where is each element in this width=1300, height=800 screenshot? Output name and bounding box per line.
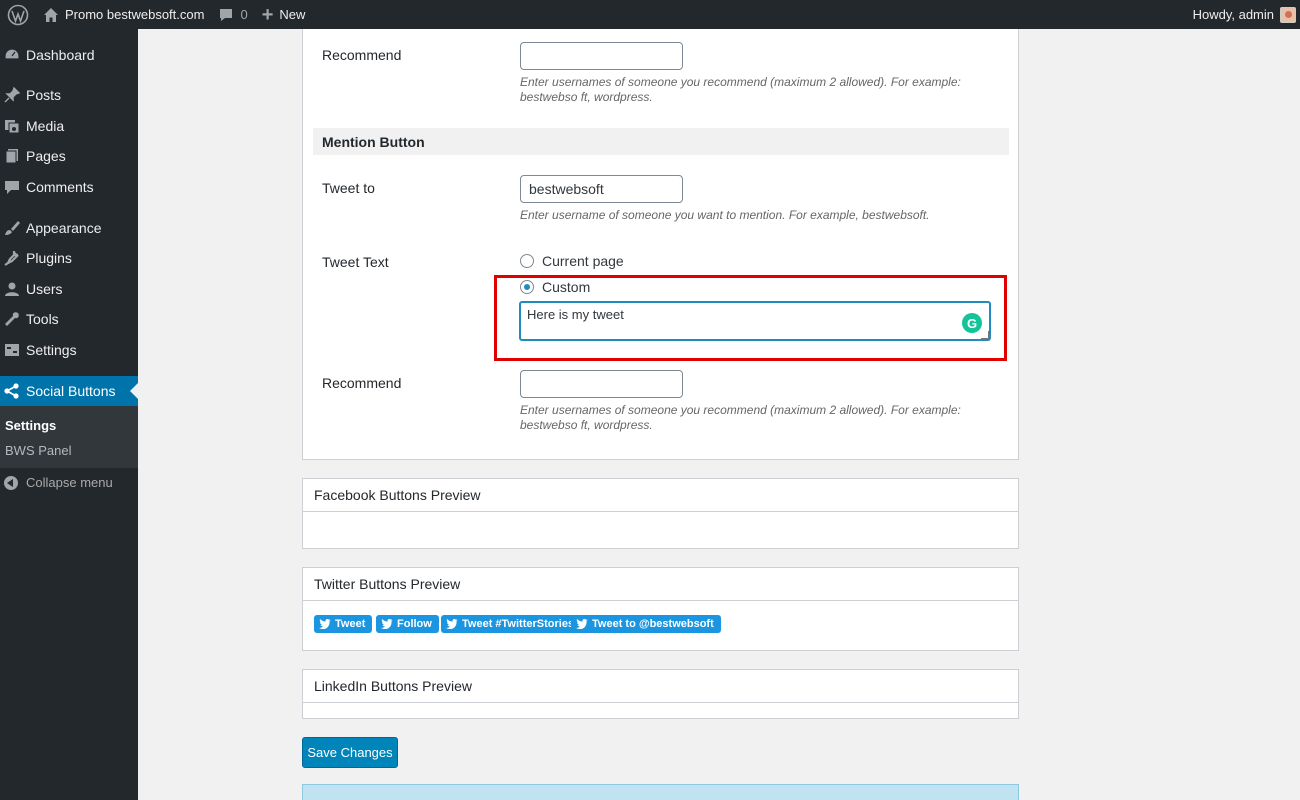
linkedin-preview-title: LinkedIn Buttons Preview xyxy=(303,670,1018,703)
recommend-description: Enter usernames of someone you recommend… xyxy=(520,75,961,104)
settings-icon xyxy=(2,340,22,360)
greeting: Howdy, admin xyxy=(1192,7,1274,22)
collapse-icon xyxy=(4,475,18,490)
submenu-item-bws-panel[interactable]: BWS Panel xyxy=(5,443,71,458)
comment-icon xyxy=(220,8,233,21)
wrench-icon xyxy=(2,309,22,329)
sidebar-item-users[interactable]: Users xyxy=(0,275,138,303)
facebook-preview-title: Facebook Buttons Preview xyxy=(303,479,1018,512)
radio-custom[interactable]: Custom xyxy=(520,279,590,295)
plus-icon: + xyxy=(261,3,274,26)
linkedin-preview-box: LinkedIn Buttons Preview xyxy=(302,669,1019,719)
twitter-bird-icon xyxy=(446,619,458,629)
wordpress-icon xyxy=(7,4,29,25)
sidebar-item-label: Social Buttons xyxy=(26,383,116,399)
twitter-bird-icon xyxy=(319,619,331,629)
sidebar-item-label: Plugins xyxy=(26,250,72,266)
tweet-to-label: Tweet to xyxy=(322,180,375,196)
twitter-preview-box: Twitter Buttons Preview xyxy=(302,567,1019,651)
sidebar-item-comments[interactable]: Comments xyxy=(0,173,138,201)
save-changes-button[interactable]: Save Changes xyxy=(302,737,398,768)
mention-tweet-button[interactable]: Tweet to @bestwebsoft xyxy=(571,615,721,633)
sidebar-item-label: Appearance xyxy=(26,220,102,236)
mention-button-section-title: Mention Button xyxy=(313,128,1009,155)
sidebar-item-label: Media xyxy=(26,118,65,134)
sidebar-item-plugins[interactable]: Plugins xyxy=(0,244,138,272)
collapse-label: Collapse menu xyxy=(26,475,113,490)
sidebar-item-dashboard[interactable]: Dashboard xyxy=(0,41,138,69)
custom-tweet-textarea[interactable]: Here is my tweet xyxy=(519,301,991,341)
wp-logo-button[interactable] xyxy=(0,0,36,29)
new-content-link[interactable]: + New xyxy=(255,0,313,29)
radio-label: Current page xyxy=(542,253,624,269)
twitter-preview-title: Twitter Buttons Preview xyxy=(303,568,1018,601)
sidebar-item-appearance[interactable]: Appearance xyxy=(0,214,138,242)
tweet-button[interactable]: Tweet xyxy=(314,615,373,633)
radio-label: Custom xyxy=(542,279,591,295)
recommend-label: Recommend xyxy=(322,47,402,63)
sidebar-item-media[interactable]: Media xyxy=(0,112,138,140)
user-icon xyxy=(2,279,22,299)
brush-icon xyxy=(2,218,22,238)
mention-tweet-button-label: Tweet to @bestwebsoft xyxy=(592,618,714,630)
sidebar-item-settings[interactable]: Settings xyxy=(0,336,138,364)
tweet-text-label: Tweet Text xyxy=(322,254,389,270)
admin-sidebar: Dashboard Posts Media Pages Comments App… xyxy=(0,29,138,800)
sidebar-item-posts[interactable]: Posts xyxy=(0,81,138,109)
follow-button[interactable]: Follow xyxy=(376,615,439,633)
radio-button[interactable] xyxy=(520,254,534,268)
recommend-label: Recommend xyxy=(322,375,402,391)
twitter-bird-icon xyxy=(576,619,588,629)
admin-bar: Promo bestwebsoft.com 0 + New Howdy, adm… xyxy=(0,0,1300,29)
recommend-input[interactable] xyxy=(520,42,683,70)
sidebar-item-label: Users xyxy=(26,281,63,297)
tweet-button-label: Tweet xyxy=(335,618,366,630)
media-icon xyxy=(2,116,22,136)
share-icon xyxy=(2,381,22,401)
sidebar-item-label: Comments xyxy=(26,179,94,195)
site-name: Promo bestwebsoft.com xyxy=(65,7,205,22)
my-account-link[interactable]: Howdy, admin xyxy=(1186,0,1296,29)
sidebar-item-label: Dashboard xyxy=(26,47,95,63)
resize-handle[interactable] xyxy=(981,331,989,339)
avatar xyxy=(1280,6,1296,23)
recommend-input[interactable] xyxy=(520,370,683,398)
sidebar-item-label: Posts xyxy=(26,87,62,103)
sidebar-item-social-buttons[interactable]: Social Buttons xyxy=(0,376,138,406)
twitter-bird-icon xyxy=(381,619,393,629)
submenu: Settings BWS Panel xyxy=(0,406,138,468)
grammarly-icon[interactable]: G xyxy=(962,313,982,333)
comments-link[interactable]: 0 xyxy=(211,0,254,29)
sidebar-item-pages[interactable]: Pages xyxy=(0,142,138,170)
home-icon xyxy=(44,7,58,22)
comments-count: 0 xyxy=(240,7,248,22)
sidebar-item-label: Tools xyxy=(26,311,59,327)
radio-button-checked[interactable] xyxy=(520,280,534,294)
sidebar-item-label: Pages xyxy=(26,148,66,164)
recommend-description: Enter usernames of someone you recommend… xyxy=(520,403,961,432)
site-name-link[interactable]: Promo bestwebsoft.com xyxy=(36,0,211,29)
sidebar-item-tools[interactable]: Tools xyxy=(0,305,138,333)
new-label: New xyxy=(279,7,306,22)
pages-icon xyxy=(2,146,22,166)
hashtag-tweet-button-label: Tweet #TwitterStories xyxy=(462,618,575,630)
pin-icon xyxy=(2,85,22,105)
dashboard-icon xyxy=(2,45,22,65)
hashtag-tweet-button[interactable]: Tweet #TwitterStories xyxy=(441,615,582,633)
facebook-preview-box: Facebook Buttons Preview xyxy=(302,478,1019,549)
comment-icon xyxy=(2,177,22,197)
tweet-to-input[interactable]: bestwebsoft xyxy=(520,175,683,203)
radio-current-page[interactable]: Current page xyxy=(520,253,624,269)
tweet-to-description: Enter username of someone you want to me… xyxy=(520,208,930,222)
follow-button-label: Follow xyxy=(397,618,432,630)
info-notice xyxy=(302,784,1019,800)
submenu-item-settings[interactable]: Settings xyxy=(5,418,56,433)
sidebar-item-label: Settings xyxy=(26,342,77,358)
collapse-menu-button[interactable]: Collapse menu xyxy=(0,475,113,490)
plugin-icon xyxy=(2,248,22,268)
